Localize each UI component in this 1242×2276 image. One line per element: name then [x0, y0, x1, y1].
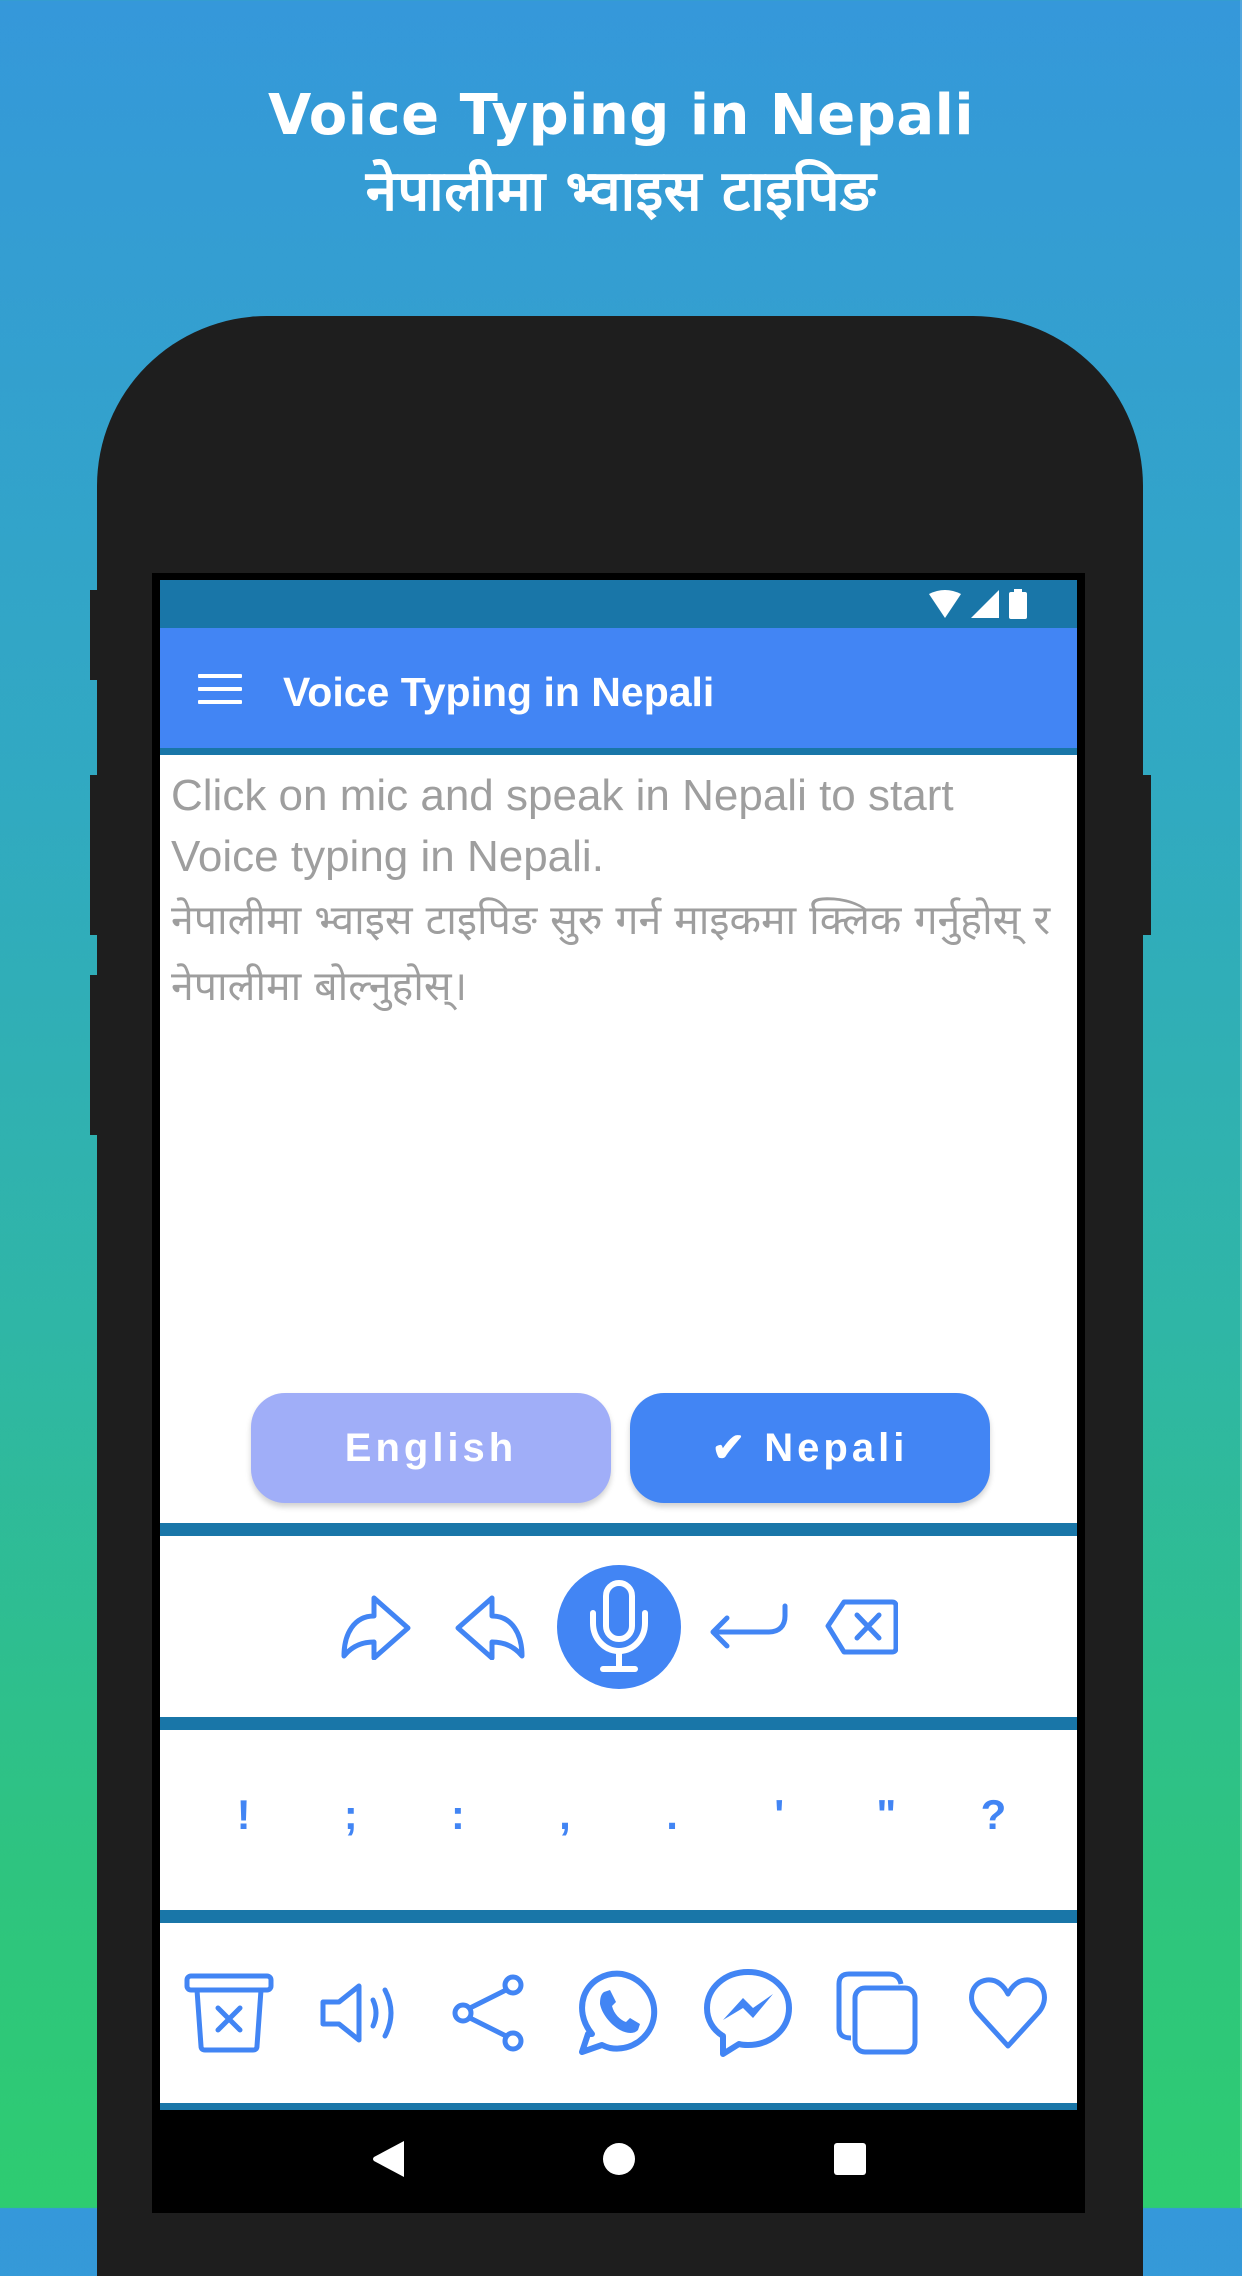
- clear-button[interactable]: [174, 1958, 284, 2068]
- section-divider: [160, 1910, 1077, 1923]
- punct-quote[interactable]: ": [856, 1791, 916, 1839]
- heart-icon: [969, 1977, 1047, 2049]
- app-screen: Voice Typing in Nepali Click on mic and …: [160, 580, 1077, 2110]
- nav-recents-button[interactable]: [820, 2129, 880, 2189]
- phone-volume-up-button: [90, 775, 100, 935]
- signal-icon: [971, 590, 999, 618]
- backspace-icon: [825, 1599, 898, 1654]
- recents-icon: [833, 2143, 866, 2175]
- android-nav-bar: [152, 2110, 1085, 2208]
- punct-semicolon[interactable]: ;: [321, 1791, 381, 1839]
- promo-header: Voice Typing in Nepali नेपालीमा भ्वाइस ट…: [0, 78, 1242, 230]
- section-divider: [160, 2103, 1077, 2110]
- enter-return-icon: [710, 1603, 787, 1648]
- nepali-language-button[interactable]: ✔ Nepali: [630, 1393, 990, 1503]
- back-icon: [372, 2141, 404, 2177]
- nav-home-button[interactable]: [589, 2129, 649, 2189]
- app-bar: Voice Typing in Nepali: [160, 628, 1077, 755]
- speaker-icon: [320, 1983, 394, 2043]
- battery-icon: [1009, 589, 1027, 619]
- redo-button[interactable]: [321, 1571, 433, 1683]
- punct-period[interactable]: .: [642, 1791, 702, 1839]
- punctuation-bar: ! ; : , . ' " ?: [160, 1730, 1077, 1910]
- placeholder-nepali: नेपालीमा भ्वाइस टाइपिङ सुरु गर्न माइकमा …: [171, 896, 1051, 1010]
- punct-apostrophe[interactable]: ': [749, 1791, 809, 1839]
- action-toolbar: [160, 1536, 1077, 1717]
- share-button[interactable]: [434, 1958, 544, 2068]
- phone-side-button: [90, 590, 100, 680]
- punct-colon[interactable]: :: [428, 1791, 488, 1839]
- phone-power-button: [1140, 775, 1151, 935]
- phone-volume-down-button: [90, 975, 100, 1135]
- status-bar: [160, 580, 1077, 628]
- backspace-button[interactable]: [805, 1571, 917, 1683]
- copy-icon: [836, 1971, 918, 2055]
- section-divider: [160, 1523, 1077, 1536]
- favorite-button[interactable]: [953, 1958, 1063, 2068]
- undo-button[interactable]: [433, 1571, 545, 1683]
- promo-title-nepali: नेपालीमा भ्वाइस टाइपिङ: [365, 159, 877, 224]
- enter-button[interactable]: [693, 1571, 805, 1683]
- redo-arrow-icon: [341, 1595, 410, 1660]
- app-title: Voice Typing in Nepali: [283, 669, 715, 715]
- copy-button[interactable]: [823, 1958, 933, 2068]
- home-icon: [602, 2143, 635, 2175]
- punct-comma[interactable]: ,: [535, 1791, 595, 1839]
- promo-title-english: Voice Typing in Nepali: [267, 83, 975, 148]
- undo-arrow-icon: [455, 1595, 524, 1660]
- english-language-button[interactable]: English: [251, 1393, 611, 1503]
- placeholder-english: Click on mic and speak in Nepali to star…: [171, 771, 954, 881]
- trash-clear-icon: [184, 1973, 274, 2053]
- mic-button[interactable]: [556, 1564, 681, 1689]
- wifi-icon: [929, 590, 961, 618]
- hamburger-menu-icon[interactable]: [198, 674, 242, 706]
- punct-question[interactable]: ?: [963, 1791, 1023, 1839]
- tools-toolbar: [160, 1923, 1077, 2103]
- punct-exclamation[interactable]: !: [214, 1791, 274, 1839]
- messenger-button[interactable]: [693, 1958, 803, 2068]
- whatsapp-button[interactable]: [563, 1958, 673, 2068]
- speak-button[interactable]: [304, 1958, 414, 2068]
- section-divider: [160, 1717, 1077, 1730]
- messenger-icon: [704, 1969, 793, 2057]
- whatsapp-icon: [579, 1970, 658, 2055]
- share-icon: [452, 1974, 524, 2052]
- nav-back-button[interactable]: [358, 2129, 418, 2189]
- microphone-icon: [589, 1579, 648, 1672]
